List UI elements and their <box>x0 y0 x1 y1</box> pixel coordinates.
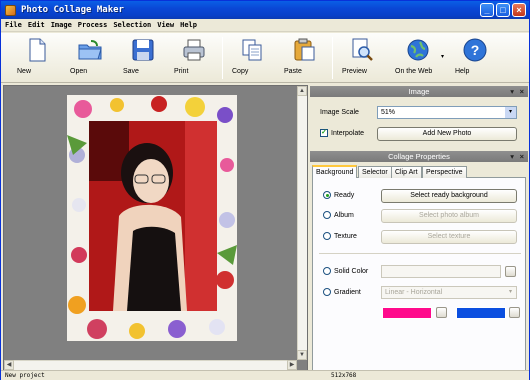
interpolate-label: Interpolate <box>331 130 365 137</box>
scroll-down-icon[interactable]: ▼ <box>297 350 307 360</box>
svg-text:?: ? <box>471 42 480 58</box>
side-panel: Image ▾ × Image Scale 51% ▾ ✓ Interpolat… <box>310 85 528 371</box>
solid-color-field[interactable] <box>381 265 501 278</box>
image-scale-select[interactable]: 51% ▾ <box>377 106 517 119</box>
ready-radio[interactable] <box>323 191 331 199</box>
close-icon[interactable]: × <box>520 86 524 97</box>
globe-icon <box>407 39 429 61</box>
interpolate-checkbox[interactable]: ✓ <box>320 129 328 137</box>
gradient-type-value: Linear - Horizontal <box>385 289 443 296</box>
select-photo-album-button[interactable]: Select photo album <box>381 209 517 223</box>
toolbar: New Open Save Print Copy Paste Preview O… <box>1 33 529 83</box>
collage-canvas[interactable]: ▲ ▼ ◀ ▶ <box>3 85 308 371</box>
chevron-down-icon[interactable]: ▾ <box>441 53 444 60</box>
image-panel-header[interactable]: Image ▾ × <box>310 86 528 97</box>
divider <box>319 253 521 254</box>
minimize-button[interactable]: _ <box>480 3 494 17</box>
status-bar: New project 512x768 <box>1 370 529 380</box>
horizontal-scrollbar[interactable]: ◀ ▶ <box>4 360 297 370</box>
gradient-end-color[interactable] <box>456 307 506 319</box>
menu-edit[interactable]: Edit <box>28 21 45 29</box>
color-picker-button[interactable] <box>505 266 516 277</box>
ready-label: Ready <box>334 192 355 199</box>
collage-panel-title: Collage Properties <box>388 152 450 161</box>
help-question-icon: ? <box>463 38 487 62</box>
tab-clip-art[interactable]: Clip Art <box>391 166 422 178</box>
preview-magnifier-icon <box>352 38 373 61</box>
help-button[interactable]: ? Help <box>455 35 495 81</box>
close-icon[interactable]: × <box>520 151 524 162</box>
chevron-down-icon[interactable]: ▾ <box>505 107 516 118</box>
print-button[interactable]: Print <box>174 35 214 81</box>
copy-button[interactable]: Copy <box>232 35 272 81</box>
paste-button[interactable]: Paste <box>284 35 324 81</box>
chevron-down-icon[interactable]: ▾ <box>510 151 514 162</box>
texture-label: Texture <box>334 233 357 240</box>
background-tab-content: Ready Select ready background Album Sele… <box>312 178 526 371</box>
select-ready-background-button[interactable]: Select ready background <box>381 189 517 203</box>
image-panel-title: Image <box>408 87 430 96</box>
color-picker-button[interactable] <box>509 307 520 318</box>
on-the-web-button[interactable]: On the Web <box>395 35 441 81</box>
collage-panel-header[interactable]: Collage Properties ▾ × <box>310 151 528 162</box>
copy-icon <box>242 39 262 61</box>
gradient-start-color[interactable] <box>382 307 432 319</box>
toolbar-separator <box>222 37 223 79</box>
flower-frame[interactable] <box>67 95 237 341</box>
solid-color-radio[interactable] <box>323 267 331 275</box>
status-message: New project <box>5 372 45 379</box>
scroll-left-icon[interactable]: ◀ <box>4 360 14 370</box>
menu-help[interactable]: Help <box>180 21 197 29</box>
color-picker-button[interactable] <box>436 307 447 318</box>
add-new-photo-button[interactable]: Add New Photo <box>377 127 517 141</box>
tab-perspective[interactable]: Perspective <box>422 166 467 178</box>
menu-process[interactable]: Process <box>78 21 108 29</box>
solid-color-label: Solid Color <box>334 268 369 275</box>
chevron-down-icon[interactable]: ▾ <box>505 287 516 298</box>
gradient-radio[interactable] <box>323 288 331 296</box>
new-document-icon <box>29 38 46 62</box>
title-bar[interactable]: Photo Collage Maker _ □ × <box>1 1 529 19</box>
open-button[interactable]: Open <box>70 35 110 81</box>
image-dimensions: 512x768 <box>331 372 357 379</box>
save-button[interactable]: Save <box>123 35 163 81</box>
album-label: Album <box>334 212 354 219</box>
printer-icon <box>183 39 205 61</box>
gradient-label: Gradient <box>334 289 361 296</box>
scroll-up-icon[interactable]: ▲ <box>297 86 307 96</box>
close-button[interactable]: × <box>512 3 526 17</box>
chevron-down-icon[interactable]: ▾ <box>510 86 514 97</box>
toolbar-separator <box>332 37 333 79</box>
app-icon <box>5 4 16 16</box>
maximize-button[interactable]: □ <box>496 3 510 17</box>
preview-button[interactable]: Preview <box>342 35 382 81</box>
new-button[interactable]: New <box>17 35 57 81</box>
select-texture-button[interactable]: Select texture <box>381 230 517 244</box>
menu-selection[interactable]: Selection <box>113 21 151 29</box>
window-title: Photo Collage Maker <box>21 5 124 15</box>
scroll-right-icon[interactable]: ▶ <box>287 360 297 370</box>
open-folder-icon <box>78 40 102 60</box>
portrait-figure <box>89 121 217 311</box>
vertical-scrollbar[interactable]: ▲ ▼ <box>297 86 307 360</box>
menu-file[interactable]: File <box>5 21 22 29</box>
album-radio[interactable] <box>323 211 331 219</box>
app-window: Photo Collage Maker _ □ × File Edit Imag… <box>0 0 530 380</box>
collage-tabs: Background Selector Clip Art Perspective <box>312 165 526 178</box>
paste-clipboard-icon <box>294 38 315 61</box>
tab-selector[interactable]: Selector <box>358 166 392 178</box>
texture-radio[interactable] <box>323 232 331 240</box>
image-scale-label: Image Scale <box>320 109 359 116</box>
image-scale-value: 51% <box>381 109 396 116</box>
tab-background[interactable]: Background <box>312 165 358 178</box>
save-disk-icon <box>132 39 154 61</box>
menu-bar: File Edit Image Process Selection View H… <box>1 19 529 32</box>
menu-image[interactable]: Image <box>51 21 72 29</box>
portrait-photo[interactable] <box>89 121 217 311</box>
menu-view[interactable]: View <box>157 21 174 29</box>
gradient-type-select[interactable]: Linear - Horizontal ▾ <box>381 286 517 299</box>
